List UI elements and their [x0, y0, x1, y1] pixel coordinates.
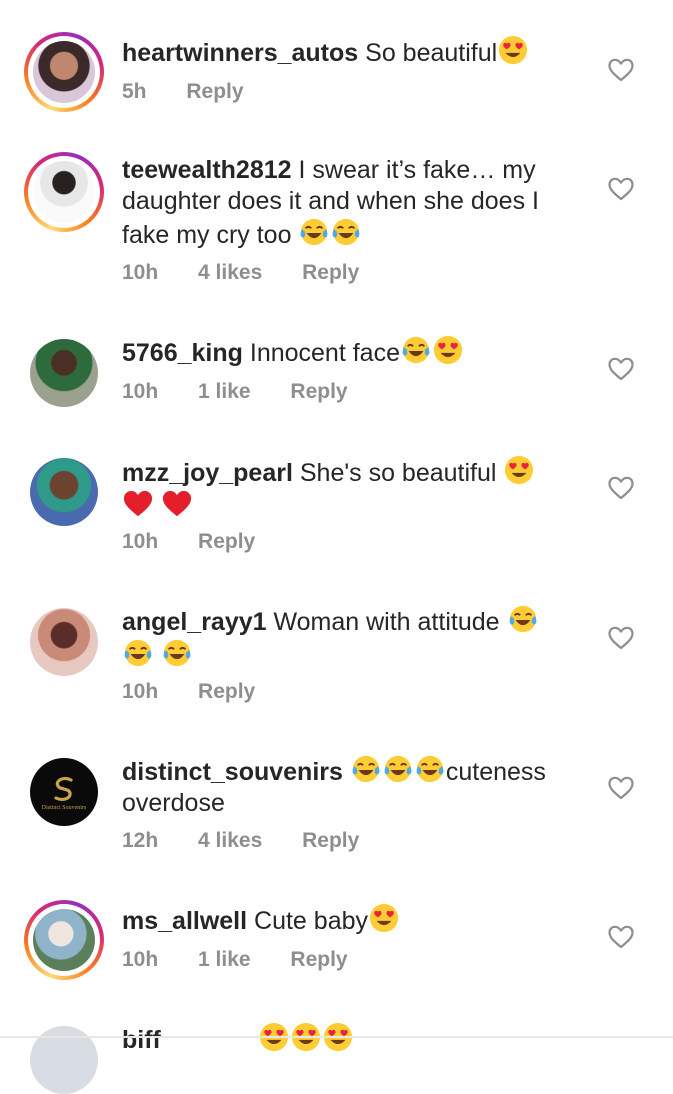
- avatar-photo: [30, 339, 98, 407]
- comment-time: 12h: [122, 829, 159, 852]
- avatar-photo: [33, 161, 95, 223]
- reply-button[interactable]: Reply: [302, 829, 359, 852]
- tears-of-joy-emoji: [331, 217, 361, 247]
- like-heart-icon[interactable]: [608, 177, 634, 201]
- comment-text: mzz_joy_pearl She's so beautiful: [122, 455, 562, 523]
- like-heart-icon[interactable]: [608, 626, 634, 650]
- comment-time: 10h: [122, 530, 159, 553]
- comment-username[interactable]: heartwinners_autos: [122, 39, 358, 67]
- comment-body: So beautiful: [365, 39, 498, 67]
- comment-time: 10h: [122, 680, 159, 703]
- like-count[interactable]: 1 like: [198, 948, 251, 971]
- like-heart-icon[interactable]: [608, 357, 634, 381]
- reply-button[interactable]: Reply: [302, 261, 359, 284]
- avatar[interactable]: [24, 900, 104, 980]
- tears-of-joy-emoji: [162, 638, 192, 668]
- comment-time: 10h: [122, 261, 159, 284]
- comment-text: biff: [122, 1022, 562, 1056]
- avatar[interactable]: Distinct Souvenirs: [24, 752, 104, 832]
- like-heart-icon[interactable]: [608, 58, 634, 82]
- reply-button[interactable]: Reply: [198, 530, 255, 553]
- like-count[interactable]: 4 likes: [198, 261, 262, 284]
- like-count[interactable]: 1 like: [198, 380, 251, 403]
- tears-of-joy-emoji: [401, 335, 431, 365]
- comment-username[interactable]: biff: [122, 1026, 161, 1054]
- comment-text: distinct_souvenirs cuteness overdose: [122, 754, 562, 819]
- avatar-photo: [30, 608, 98, 676]
- avatar[interactable]: [24, 32, 104, 112]
- souvenir-logo-icon: [54, 776, 73, 801]
- comment-username[interactable]: angel_rayy1: [122, 608, 267, 636]
- comment-body: She's so beautiful: [299, 459, 497, 487]
- heart-eyes-emoji: [433, 335, 463, 365]
- tears-of-joy-emoji: [123, 638, 153, 668]
- comment-text: angel_rayy1 Woman with attitude: [122, 604, 562, 672]
- tears-of-joy-emoji: [351, 754, 381, 784]
- comment-text: ms_allwell Cute baby: [122, 903, 562, 937]
- like-heart-icon[interactable]: [608, 476, 634, 500]
- avatar-photo: Distinct Souvenirs: [30, 758, 98, 826]
- comment-meta: 12h 4 likes Reply: [122, 829, 393, 853]
- comment-meta: 10h 1 like Reply: [122, 948, 382, 972]
- heart-eyes-emoji: [498, 35, 528, 65]
- tears-of-joy-emoji: [415, 754, 445, 784]
- avatar[interactable]: [24, 452, 104, 532]
- comment-username[interactable]: distinct_souvenirs: [122, 758, 343, 786]
- comment-text: teewealth2812 I swear it’s fake… my daug…: [122, 155, 562, 251]
- tears-of-joy-emoji: [508, 604, 538, 634]
- reply-button[interactable]: Reply: [186, 80, 243, 103]
- comment-time: 10h: [122, 380, 159, 403]
- heart-eyes-emoji: [504, 455, 534, 485]
- comment-body: Innocent face: [249, 339, 400, 367]
- like-heart-icon[interactable]: [608, 776, 634, 800]
- comment-meta: 10h Reply: [122, 530, 289, 554]
- comment-username[interactable]: 5766_king: [122, 339, 243, 367]
- comment-time: 5h: [122, 80, 147, 103]
- souvenir-logo-text: Distinct Souvenirs: [41, 804, 87, 811]
- comment-text: heartwinners_autos So beautiful: [122, 35, 562, 69]
- tears-of-joy-emoji: [299, 217, 329, 247]
- reply-button[interactable]: Reply: [290, 380, 347, 403]
- comment-username[interactable]: teewealth2812: [122, 156, 292, 184]
- comment-meta: 10h 1 like Reply: [122, 380, 382, 404]
- comment-body: Cute baby: [254, 907, 368, 935]
- comment-meta: 10h 4 likes Reply: [122, 261, 393, 285]
- comment-time: 10h: [122, 948, 159, 971]
- avatar-photo: [33, 41, 95, 103]
- comment-username[interactable]: mzz_joy_pearl: [122, 459, 293, 487]
- red-heart-emoji: [162, 489, 192, 519]
- avatar[interactable]: [24, 152, 104, 232]
- red-heart-emoji: [123, 489, 153, 519]
- avatar-photo: [33, 909, 95, 971]
- heart-eyes-emoji: [369, 903, 399, 933]
- tears-of-joy-emoji: [383, 754, 413, 784]
- comment-username[interactable]: ms_allwell: [122, 907, 247, 935]
- reply-button[interactable]: Reply: [290, 948, 347, 971]
- reply-button[interactable]: Reply: [198, 680, 255, 703]
- like-heart-icon[interactable]: [608, 925, 634, 949]
- comment-body: Woman with attitude: [273, 608, 500, 636]
- avatar[interactable]: [24, 602, 104, 682]
- comment-text: 5766_king Innocent face: [122, 335, 562, 369]
- avatar[interactable]: [24, 333, 104, 413]
- like-count[interactable]: 4 likes: [198, 829, 262, 852]
- avatar-photo: [30, 458, 98, 526]
- comment-meta: 5h Reply: [122, 80, 278, 104]
- comment-meta: 10h Reply: [122, 680, 289, 704]
